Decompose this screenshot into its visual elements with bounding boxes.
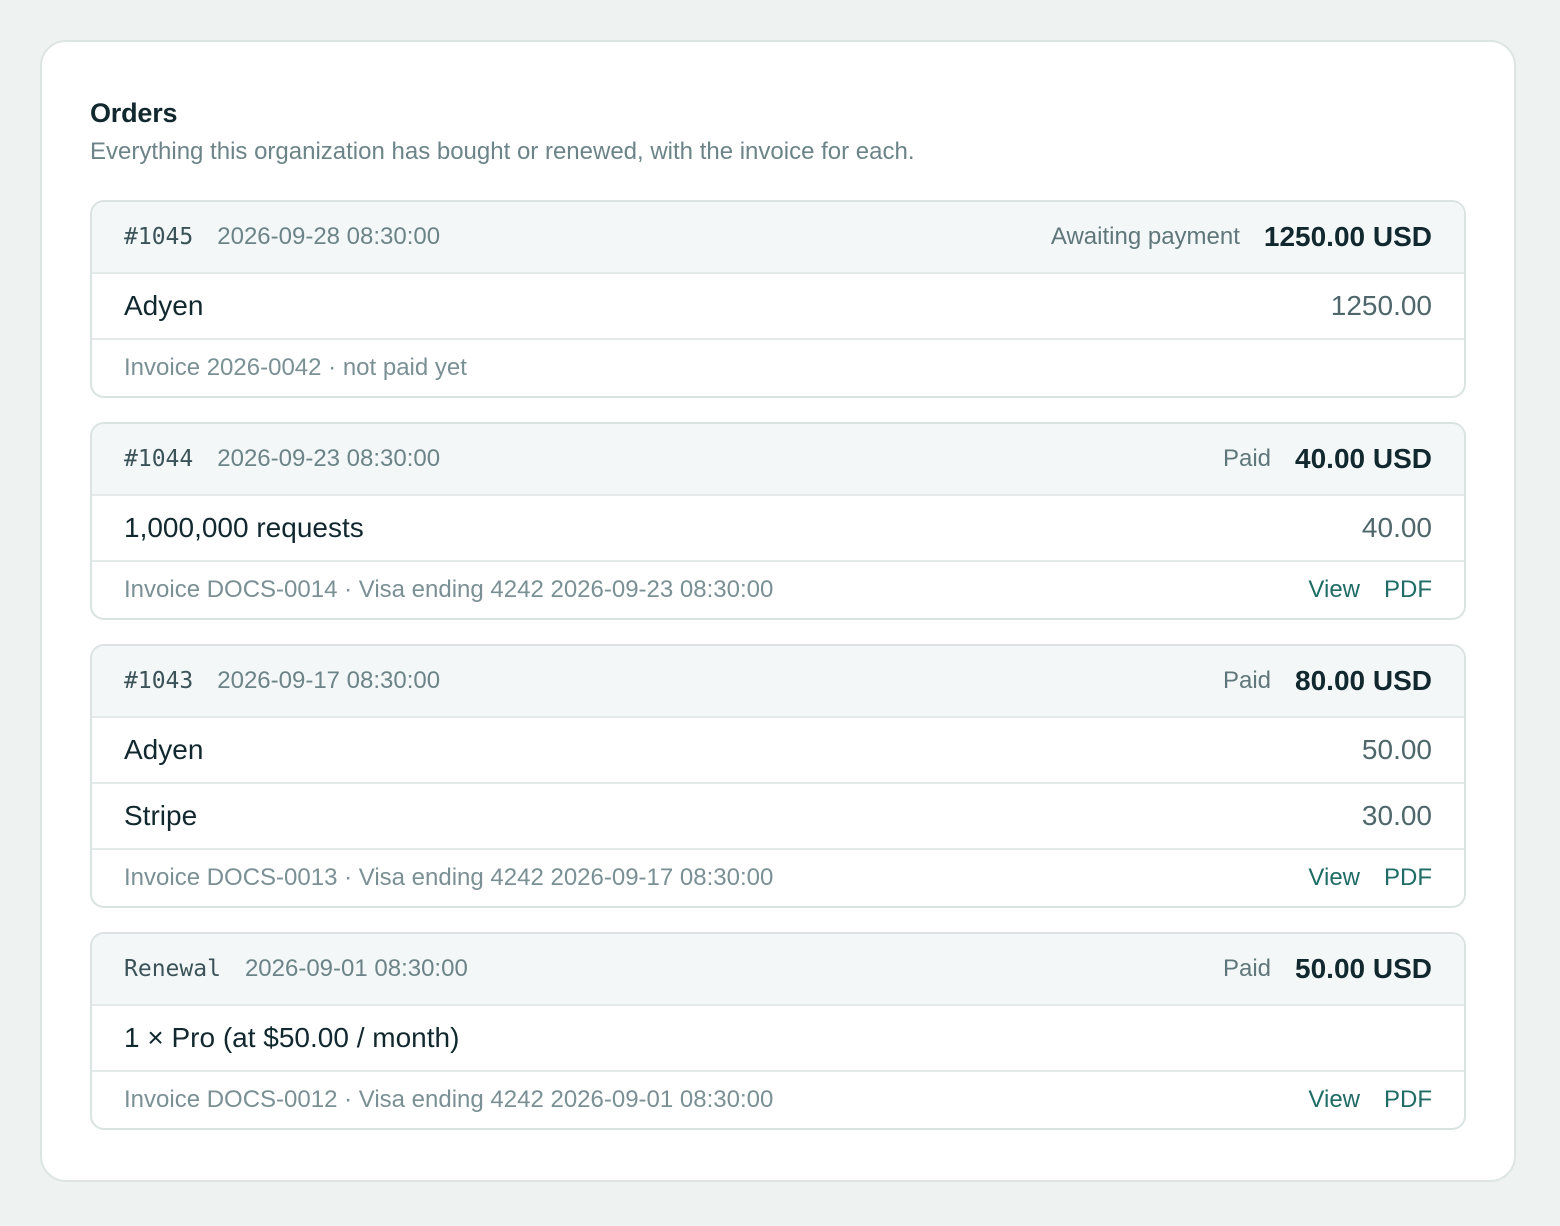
order-header: #1043 2026-09-17 08:30:00 Paid 80.00 USD	[92, 646, 1464, 718]
invoice-view-link[interactable]: View	[1308, 864, 1360, 892]
invoice-info: Invoice DOCS-0013 · Visa ending 4242 202…	[124, 864, 774, 891]
order-id: #1045	[124, 224, 194, 250]
order-id: #1043	[124, 668, 194, 694]
line-item-amount: 30.00	[1361, 800, 1432, 831]
invoice-view-link[interactable]: View	[1308, 576, 1360, 604]
line-item-name: Adyen	[124, 734, 204, 765]
invoice-info: Invoice DOCS-0012 · Visa ending 4242 202…	[124, 1086, 774, 1113]
order-total: 50.00 USD	[1295, 953, 1432, 984]
order-header: #1044 2026-09-23 08:30:00 Paid 40.00 USD	[92, 424, 1464, 496]
order-line-item: Adyen 50.00	[92, 718, 1464, 784]
order-date: 2026-09-01 08:30:00	[244, 955, 468, 982]
order-id: Renewal	[124, 956, 221, 982]
invoice-view-link[interactable]: View	[1308, 1086, 1360, 1114]
order-status: Paid	[1222, 667, 1272, 694]
order-status: Paid	[1222, 445, 1272, 472]
page-title: Orders	[90, 98, 178, 128]
line-item-amount: 40.00	[1361, 512, 1432, 543]
invoice-info: Invoice 2026-0042 · not paid yet	[124, 354, 467, 381]
order-date: 2026-09-28 08:30:00	[217, 223, 441, 250]
order-date: 2026-09-23 08:30:00	[217, 445, 441, 472]
order-card: Renewal 2026-09-01 08:30:00 Paid 50.00 U…	[90, 932, 1466, 1130]
order-line-item: 1,000,000 requests 40.00	[92, 496, 1464, 562]
orders-panel: Orders Everything this organization has …	[40, 40, 1516, 1182]
order-header: #1045 2026-09-28 08:30:00 Awaiting payme…	[92, 202, 1464, 274]
order-invoice-row: Invoice DOCS-0014 · Visa ending 4242 202…	[92, 562, 1464, 618]
line-item-amount: 1250.00	[1330, 290, 1432, 321]
order-status: Paid	[1222, 955, 1272, 982]
order-card: #1045 2026-09-28 08:30:00 Awaiting payme…	[90, 200, 1466, 398]
order-card: #1044 2026-09-23 08:30:00 Paid 40.00 USD…	[90, 422, 1466, 620]
line-item-name: 1,000,000 requests	[124, 512, 364, 543]
line-item-name: Stripe	[124, 800, 198, 831]
order-invoice-row: Invoice DOCS-0012 · Visa ending 4242 202…	[92, 1072, 1464, 1128]
order-invoice-row: Invoice 2026-0042 · not paid yet	[92, 340, 1464, 396]
order-header: Renewal 2026-09-01 08:30:00 Paid 50.00 U…	[92, 934, 1464, 1006]
line-item-name: Adyen	[124, 290, 204, 321]
order-line-item: 1 × Pro (at $50.00 / month)	[92, 1006, 1464, 1072]
invoice-pdf-link[interactable]: PDF	[1384, 1086, 1432, 1114]
order-line-item: Stripe 30.00	[92, 784, 1464, 850]
order-line-item: Adyen 1250.00	[92, 274, 1464, 340]
order-status: Awaiting payment	[1050, 223, 1240, 250]
invoice-pdf-link[interactable]: PDF	[1384, 864, 1432, 892]
order-id: #1044	[124, 446, 194, 472]
order-card: #1043 2026-09-17 08:30:00 Paid 80.00 USD…	[90, 644, 1466, 908]
order-date: 2026-09-17 08:30:00	[217, 667, 441, 694]
invoice-pdf-link[interactable]: PDF	[1384, 576, 1432, 604]
page-subtitle: Everything this organization has bought …	[90, 138, 915, 165]
orders-list: #1045 2026-09-28 08:30:00 Awaiting payme…	[90, 200, 1466, 1130]
order-total: 80.00 USD	[1295, 665, 1432, 696]
order-invoice-row: Invoice DOCS-0013 · Visa ending 4242 202…	[92, 850, 1464, 906]
order-total: 1250.00 USD	[1263, 221, 1432, 252]
order-total: 40.00 USD	[1295, 443, 1432, 474]
invoice-info: Invoice DOCS-0014 · Visa ending 4242 202…	[124, 576, 774, 603]
line-item-amount: 50.00	[1361, 734, 1432, 765]
line-item-name: 1 × Pro (at $50.00 / month)	[124, 1022, 460, 1053]
